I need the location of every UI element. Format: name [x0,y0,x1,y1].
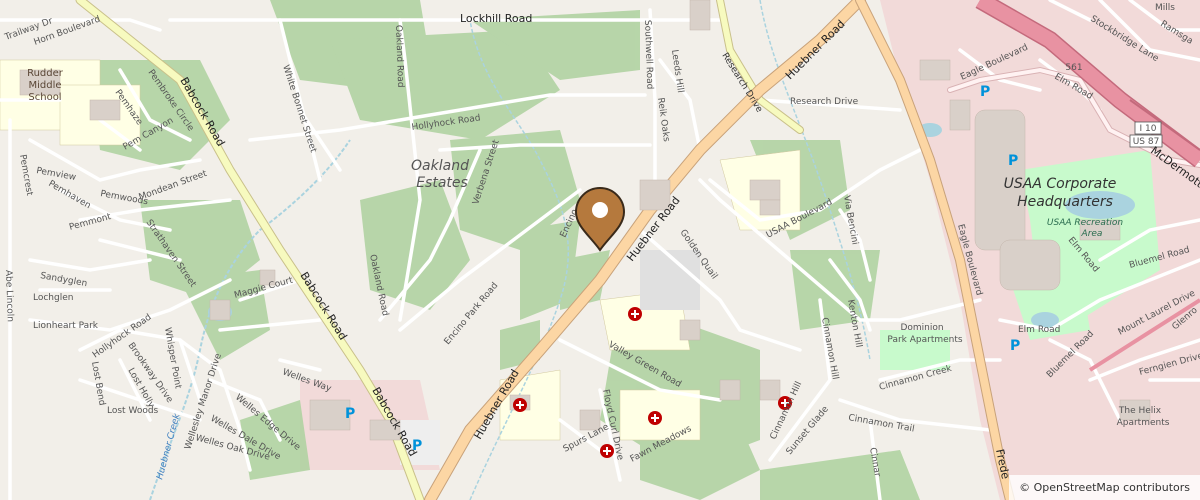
road-label: Mills [1155,3,1175,13]
usaa-hq-label-1: USAA Corporate [1004,176,1117,192]
area-label-oakland: Oakland [411,158,469,174]
map-canvas: P P P P P I 10 US 87 561 Oakland Estates… [0,0,1200,500]
road-label: Lionheart Park [33,321,99,331]
usaa-hq-label-2: Headquarters [1017,194,1113,210]
road-label: Abe Lincoln [3,270,15,322]
map-viewport[interactable]: P P P P P I 10 US 87 561 Oakland Estates… [0,0,1200,500]
road-label-research-2: Research Drive [790,97,859,107]
parking-icon: P [1010,338,1020,354]
parking-icon: P [980,84,990,100]
area-label-estates: Estates [416,175,468,191]
dominion-label-2: Park Apartments [887,335,962,345]
road-label-lockhill: Lockhill Road [460,12,532,25]
hospital-icon [513,398,527,412]
parking-area-2 [640,250,700,310]
usaa-rec-label-1: USAA Recreation [1047,218,1124,228]
hospital-icon [648,411,662,425]
map-pin-dot [592,202,608,218]
road-label: Lost Woods [107,406,159,416]
usaa-rec-label-2: Area [1081,229,1103,239]
helix-label-1: The Helix [1118,406,1162,416]
rudder-label-3: School [28,92,61,103]
road-label: Lochglen [33,293,73,303]
parking-icon: P [1008,153,1018,169]
parking-icon: P [345,406,355,422]
hospital-icon [628,307,642,321]
dominion-label-1: Dominion [900,323,943,333]
rudder-label-2: Middle [28,80,61,91]
i10-shield-label: I 10 [1140,124,1157,134]
rudder-label-1: Rudder [27,68,64,79]
route-561-label: 561 [1065,63,1082,73]
road-label-elm-3: Elm Road [1018,325,1060,335]
map-attribution[interactable]: © OpenStreetMap contributors [1009,475,1200,500]
helix-label-2: Apartments [1117,418,1170,428]
